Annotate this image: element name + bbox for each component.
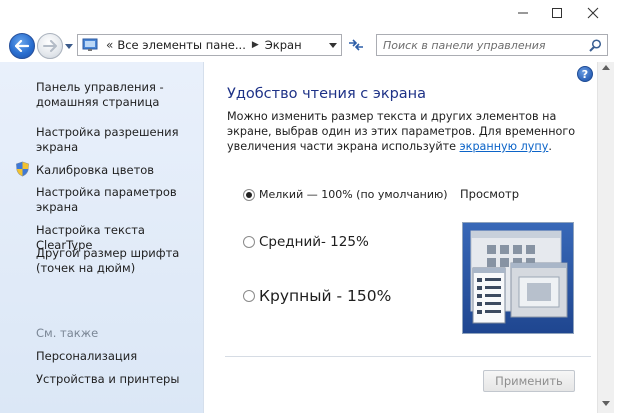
breadcrumb-display[interactable]: Экран: [265, 38, 302, 52]
page-description: Можно изменить размер текста и других эл…: [227, 109, 577, 154]
preview-label: Просмотр: [460, 187, 520, 201]
radio-small[interactable]: [243, 188, 255, 201]
option-medium-label: Средний- 125%: [259, 234, 369, 250]
back-button[interactable]: [9, 33, 35, 59]
recent-pages-button[interactable]: [64, 42, 74, 52]
arrow-right-icon: [43, 40, 57, 52]
breadcrumb-overflow[interactable]: «: [106, 38, 113, 52]
help-button[interactable]: ?: [577, 66, 593, 82]
refresh-icon: [349, 39, 363, 51]
chevron-down-icon: [65, 44, 73, 49]
address-bar[interactable]: « Все элементы пане... ▶ Экран: [77, 34, 342, 56]
main-content: ? Удобство чтения с экрана Можно изменит…: [205, 62, 620, 413]
close-icon: [587, 7, 599, 19]
option-large[interactable]: Крупный - 150%: [243, 287, 391, 305]
minimize-button[interactable]: [506, 0, 540, 26]
sidebar-item-devices-printers[interactable]: Устройства и принтеры: [36, 372, 201, 387]
sidebar: Панель управления - домашняя страница На…: [0, 62, 204, 413]
option-medium[interactable]: Средний- 125%: [243, 234, 369, 250]
vertical-scrollbar[interactable]: [597, 62, 614, 413]
minimize-icon: [518, 12, 528, 14]
apply-button[interactable]: Применить: [483, 370, 575, 392]
title-bar: [0, 0, 620, 28]
navigation-bar: « Все элементы пане... ▶ Экран: [0, 28, 620, 62]
breadcrumb-separator[interactable]: ▶: [252, 40, 259, 50]
search-icon[interactable]: [589, 39, 602, 52]
search-box[interactable]: [376, 34, 608, 56]
refresh-button[interactable]: [344, 34, 368, 56]
maximize-button[interactable]: [540, 0, 574, 26]
display-preview-graphic: [463, 223, 573, 333]
sidebar-item-calibrate-colors[interactable]: Калибровка цветов: [36, 163, 201, 178]
sidebar-item-personalization[interactable]: Персонализация: [36, 349, 201, 364]
scroll-down-icon[interactable]: [602, 401, 610, 407]
sidebar-item-display-settings[interactable]: Настройка параметров экрана: [36, 185, 201, 215]
page-title: Удобство чтения с экрана: [227, 86, 427, 102]
breadcrumb-all-items[interactable]: Все элементы пане...: [117, 38, 246, 52]
preview-image: [462, 222, 574, 334]
maximize-icon: [552, 8, 562, 18]
description-end: .: [548, 140, 552, 153]
control-panel-icon: [82, 38, 98, 51]
address-dropdown-icon[interactable]: [329, 41, 337, 49]
search-input[interactable]: [383, 38, 583, 52]
see-also-heading: См. также: [36, 326, 99, 340]
option-small[interactable]: Мелкий — 100% (по умолчанию): [243, 188, 448, 201]
arrow-left-icon: [15, 40, 29, 52]
shield-icon: [16, 161, 29, 177]
sidebar-item-home[interactable]: Панель управления - домашняя страница: [36, 80, 201, 110]
magnifier-link[interactable]: экранную лупу: [460, 140, 549, 153]
sidebar-item-resolution[interactable]: Настройка разрешения экрана: [36, 125, 201, 155]
radio-medium[interactable]: [243, 236, 255, 248]
radio-large[interactable]: [243, 290, 255, 302]
option-large-label: Крупный - 150%: [259, 287, 392, 305]
divider: [225, 356, 591, 357]
forward-button[interactable]: [37, 33, 63, 59]
help-icon: ?: [581, 67, 589, 81]
sidebar-item-dpi[interactable]: Другой размер шрифта (точек на дюйм): [36, 246, 201, 276]
option-small-label: Мелкий — 100% (по умолчанию): [259, 188, 448, 201]
scroll-up-icon[interactable]: [602, 65, 610, 71]
close-button[interactable]: [576, 0, 610, 26]
